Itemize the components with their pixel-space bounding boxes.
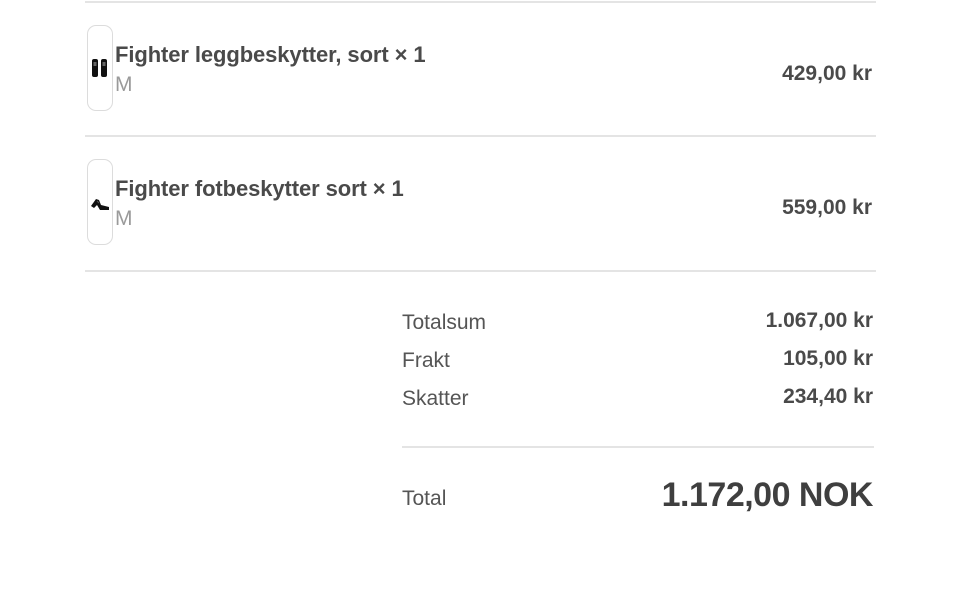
taxes-value: 234,40 kr: [783, 385, 873, 408]
item-variant: M: [115, 73, 133, 96]
total-value: 1.172,00 NOK: [661, 476, 874, 514]
foot-protector-icon: [91, 199, 109, 210]
order-summary: Fighter leggbeskytter, sort × 1 M 429,00…: [0, 0, 960, 598]
divider: [85, 270, 876, 272]
item-price: 559,00 kr: [782, 196, 872, 219]
item-price: 429,00 kr: [782, 62, 872, 85]
subtotal-label: Totalsum: [402, 311, 487, 334]
shipping-label: Frakt: [402, 349, 450, 372]
line-item: Fighter leggbeskytter, sort × 1 M 429,00…: [85, 25, 875, 113]
shin-guard-icon: [92, 59, 107, 77]
divider: [402, 446, 874, 448]
total-row: Total 1.172,00 NOK: [402, 476, 874, 520]
subtotal-row: Totalsum 1.067,00 kr: [402, 309, 874, 339]
shipping-value: 105,00 kr: [783, 347, 873, 370]
product-thumbnail[interactable]: [87, 25, 113, 111]
shipping-row: Frakt 105,00 kr: [402, 347, 874, 377]
divider: [85, 1, 876, 3]
product-thumbnail[interactable]: [87, 159, 113, 245]
taxes-label: Skatter: [402, 387, 469, 410]
subtotal-value: 1.067,00 kr: [765, 309, 873, 332]
taxes-row: Skatter 234,40 kr: [402, 385, 874, 415]
line-item: Fighter fotbeskytter sort × 1 M 559,00 k…: [85, 159, 875, 247]
item-variant: M: [115, 207, 133, 230]
item-title: Fighter leggbeskytter, sort × 1: [115, 42, 426, 67]
total-label: Total: [402, 487, 447, 510]
item-title: Fighter fotbeskytter sort × 1: [115, 176, 404, 201]
divider: [85, 135, 876, 137]
